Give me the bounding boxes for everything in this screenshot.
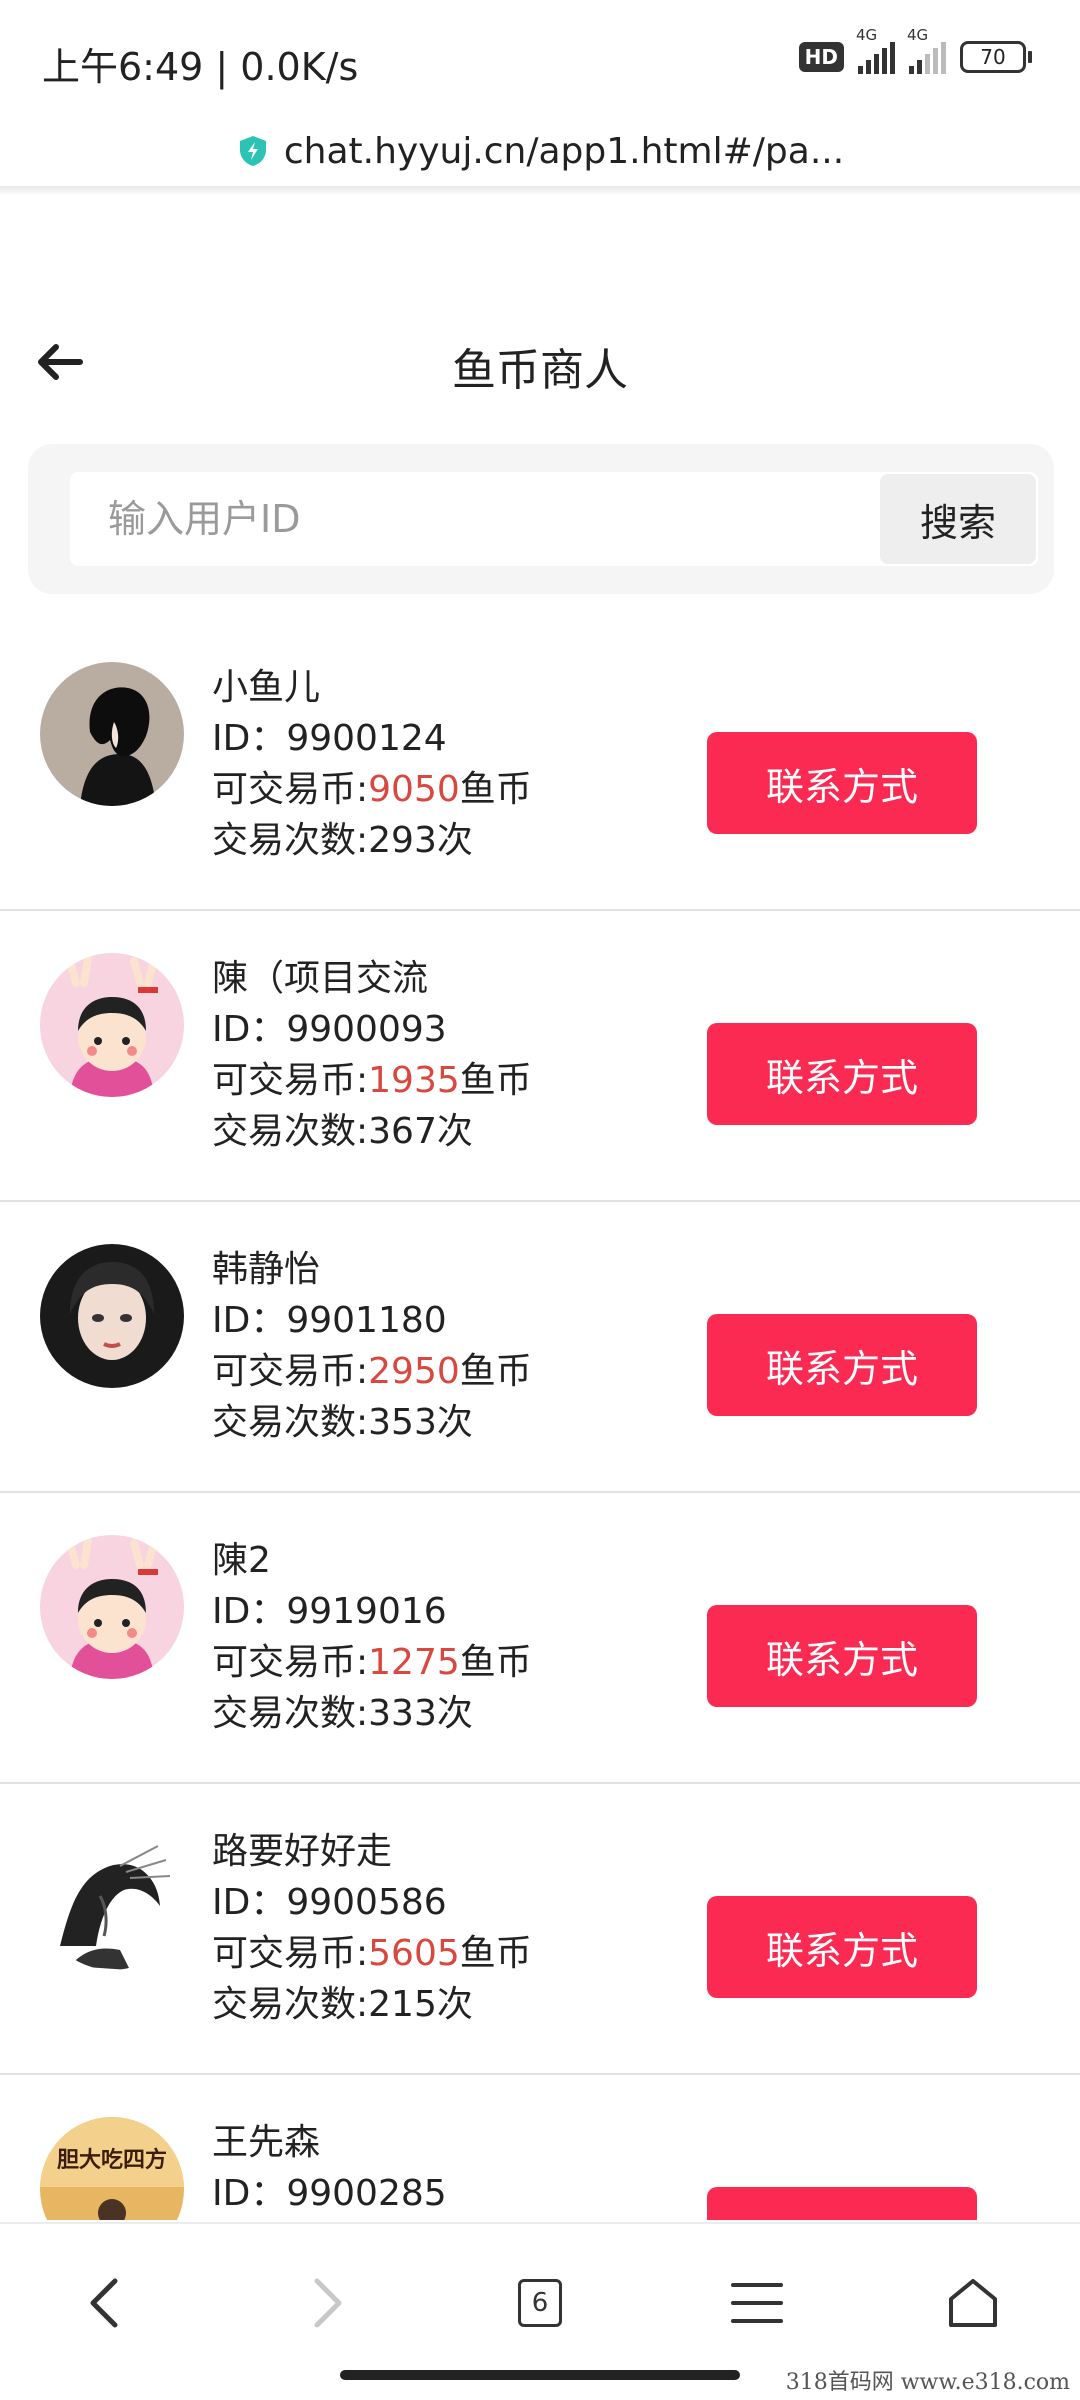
coins-label: 可交易币:: [212, 1642, 369, 1683]
coins-label: 可交易币:: [212, 769, 369, 810]
merchant-row: 小鱼儿 ID：9900124 可交易币:9050鱼币 交易次数:293次 联系方…: [0, 620, 1080, 911]
merchant-trades: 交易次数:367次: [212, 1111, 473, 1152]
coins-value: 9050: [368, 769, 460, 810]
merchant-list: 小鱼儿 ID：9900124 可交易币:9050鱼币 交易次数:293次 联系方…: [0, 620, 1080, 2220]
coins-unit: 鱼币: [459, 1933, 532, 1974]
home-indicator[interactable]: [340, 2370, 740, 2380]
avatar-poster-icon: 胆大吃四方: [40, 2117, 184, 2220]
merchant-name: 王先森: [212, 2122, 321, 2163]
search-bar: 搜索: [28, 444, 1054, 594]
nav-back-icon[interactable]: [70, 2268, 140, 2338]
avatar-sketch-icon: [40, 1826, 184, 1970]
contact-button[interactable]: 联系方式: [707, 1023, 977, 1125]
nav-tabs-button[interactable]: 6: [505, 2268, 575, 2338]
page-title: 鱼币商人: [452, 345, 628, 396]
contact-button[interactable]: 联系方式: [707, 1896, 977, 1998]
merchant-name: 小鱼儿: [212, 667, 321, 708]
merchant-row: 胆大吃四方 王先森 ID：9900285 联系方式: [0, 2075, 1080, 2220]
merchant-row: 陳（项目交流 ID：9900093 可交易币:1935鱼币 交易次数:367次 …: [0, 911, 1080, 1202]
avatar[interactable]: [40, 1535, 184, 1679]
avatar-poster-text: 胆大吃四方: [57, 2147, 167, 2173]
avatar[interactable]: [40, 953, 184, 1097]
nav-menu-icon[interactable]: [722, 2268, 792, 2338]
coins-label: 可交易币:: [212, 1933, 369, 1974]
merchant-name: 陳（项目交流: [212, 958, 429, 999]
battery-level: 70: [960, 41, 1026, 73]
coins-value: 1275: [368, 1642, 460, 1683]
network-type-label-2: 4G: [907, 26, 929, 44]
contact-button[interactable]: 联系方式: [707, 732, 977, 834]
contact-button[interactable]: 联系方式: [707, 1314, 977, 1416]
contact-button[interactable]: 联系方式: [707, 1605, 977, 1707]
merchant-row: 路要好好走 ID：9900586 可交易币:5605鱼币 交易次数:215次 联…: [0, 1784, 1080, 2075]
merchant-coins: 可交易币:9050鱼币: [212, 764, 692, 815]
watermark: 318首码网 www.e318.com: [785, 2370, 1070, 2395]
signal-icon: 4G: [856, 26, 895, 74]
merchant-trades: 交易次数:333次: [212, 1693, 473, 1734]
contact-button[interactable]: 联系方式: [707, 2187, 977, 2220]
merchant-id: ID：9900285: [212, 2173, 447, 2214]
merchant-coins: 可交易币:1275鱼币: [212, 1637, 692, 1688]
coins-unit: 鱼币: [459, 1060, 532, 1101]
merchant-coins: 可交易币:5605鱼币: [212, 1928, 692, 1979]
coins-label: 可交易币:: [212, 1351, 369, 1392]
coins-value: 2950: [368, 1351, 460, 1392]
address-bar[interactable]: chat.hyyuj.cn/app1.html#/pa...: [0, 120, 1080, 182]
merchant-name: 韩静怡: [212, 1249, 321, 1290]
avatar-photo-girl-icon: [40, 1244, 184, 1388]
nav-forward-icon[interactable]: [292, 2268, 362, 2338]
coins-unit: 鱼币: [459, 1351, 532, 1392]
merchant-row: 陳2 ID：9919016 可交易币:1275鱼币 交易次数:333次 联系方式: [0, 1493, 1080, 1784]
avatar[interactable]: [40, 1826, 184, 1970]
status-time: 上午6:49 | 0.0K/s: [42, 45, 359, 89]
user-id-search-input[interactable]: [70, 472, 880, 566]
avatar[interactable]: [40, 1244, 184, 1388]
merchant-info: 小鱼儿 ID：9900124 可交易币:9050鱼币 交易次数:293次: [212, 662, 692, 866]
hd-icon: HD: [798, 42, 844, 72]
merchant-info: 路要好好走 ID：9900586 可交易币:5605鱼币 交易次数:215次: [212, 1826, 692, 2030]
coins-value: 5605: [368, 1933, 460, 1974]
merchant-info: 陳（项目交流 ID：9900093 可交易币:1935鱼币 交易次数:367次: [212, 953, 692, 1157]
merchant-id: ID：9900586: [212, 1882, 447, 1923]
signal-icon-2: 4G: [907, 26, 946, 74]
merchant-info: 陳2 ID：9919016 可交易币:1275鱼币 交易次数:333次: [212, 1535, 692, 1739]
merchant-id: ID：9900093: [212, 1009, 447, 1050]
coins-label: 可交易币:: [212, 1060, 369, 1101]
tab-count: 6: [518, 2279, 562, 2327]
coins-value: 1935: [368, 1060, 460, 1101]
battery-icon: 70: [960, 41, 1032, 73]
network-type-label: 4G: [856, 26, 878, 44]
merchant-trades: 交易次数:293次: [212, 820, 473, 861]
merchant-row: 韩静怡 ID：9901180 可交易币:2950鱼币 交易次数:353次 联系方…: [0, 1202, 1080, 1493]
status-icons: HD 4G 4G 70: [798, 26, 1032, 74]
merchant-trades: 交易次数:215次: [212, 1984, 473, 2025]
avatar[interactable]: [40, 662, 184, 806]
search-field: 搜索: [70, 472, 1038, 566]
avatar-boy-dark-icon: [40, 662, 184, 806]
url-text[interactable]: chat.hyyuj.cn/app1.html#/pa...: [284, 131, 844, 172]
avatar-cartoon-peace-icon: [40, 953, 184, 1097]
merchant-name: 陳2: [212, 1540, 271, 1581]
merchant-id: ID：9900124: [212, 718, 447, 759]
status-bar: 上午6:49 | 0.0K/s HD 4G 4G 70: [0, 0, 1080, 120]
secure-shield-icon: [239, 136, 266, 166]
nav-home-icon[interactable]: [938, 2268, 1008, 2338]
coins-unit: 鱼币: [459, 1642, 532, 1683]
merchant-coins: 可交易币:2950鱼币: [212, 1346, 692, 1397]
search-button[interactable]: 搜索: [880, 474, 1036, 564]
avatar[interactable]: 胆大吃四方: [40, 2117, 184, 2220]
merchant-info: 韩静怡 ID：9901180 可交易币:2950鱼币 交易次数:353次: [212, 1244, 692, 1448]
merchant-trades: 交易次数:353次: [212, 1402, 473, 1443]
avatar-cartoon-peace-icon: [40, 1535, 184, 1679]
page-header: 鱼币商人: [0, 320, 1080, 410]
merchant-info: 王先森 ID：9900285: [212, 2117, 692, 2219]
merchant-coins: 可交易币:1935鱼币: [212, 1055, 692, 1106]
merchant-id: ID：9919016: [212, 1591, 447, 1632]
toolbar-divider: [0, 186, 1080, 196]
coins-unit: 鱼币: [459, 769, 532, 810]
merchant-name: 路要好好走: [212, 1831, 393, 1872]
merchant-id: ID：9901180: [212, 1300, 447, 1341]
